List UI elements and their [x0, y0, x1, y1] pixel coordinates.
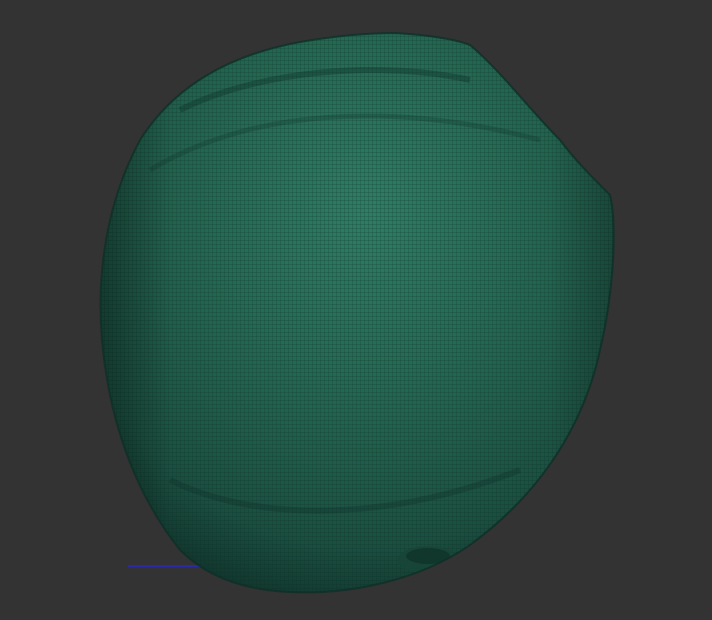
mesh-model[interactable]	[90, 25, 630, 605]
3d-viewport[interactable]	[0, 0, 712, 620]
scene-canvas[interactable]	[0, 0, 712, 620]
mesh-wireframe	[100, 33, 614, 593]
